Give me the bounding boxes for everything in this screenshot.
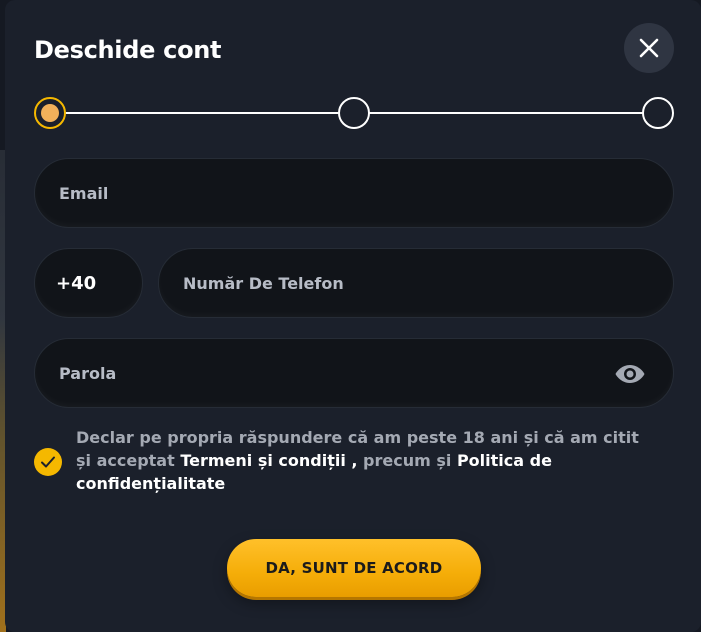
email-field-wrapper: [34, 158, 674, 228]
password-field-wrapper: [34, 338, 674, 408]
consent-text-part2: precum și: [357, 451, 457, 470]
modal-title: Deschide cont: [34, 36, 222, 64]
checkmark-icon: [41, 456, 55, 468]
step-3-indicator: [642, 97, 674, 129]
terms-link[interactable]: Termeni și condiții ,: [180, 451, 357, 470]
password-input[interactable]: [35, 339, 673, 407]
phone-prefix-value: +40: [56, 273, 97, 294]
phone-field-wrapper: [158, 248, 674, 318]
phone-prefix-selector[interactable]: +40: [34, 248, 143, 318]
step-1-indicator: [34, 97, 66, 129]
phone-input[interactable]: [159, 249, 673, 317]
consent-text: Declar pe propria răspundere că am peste…: [76, 426, 656, 495]
close-button[interactable]: [624, 23, 674, 73]
signup-modal: Deschide cont +40: [5, 0, 701, 632]
show-password-button[interactable]: [614, 361, 646, 387]
close-icon: [639, 38, 659, 58]
email-input[interactable]: [35, 159, 673, 227]
agree-submit-button[interactable]: DA, SUNT DE ACORD: [227, 539, 481, 597]
age-consent-checkbox[interactable]: [34, 448, 62, 476]
eye-icon: [615, 365, 645, 383]
progress-stepper: [34, 96, 674, 130]
step-2-indicator: [338, 97, 370, 129]
